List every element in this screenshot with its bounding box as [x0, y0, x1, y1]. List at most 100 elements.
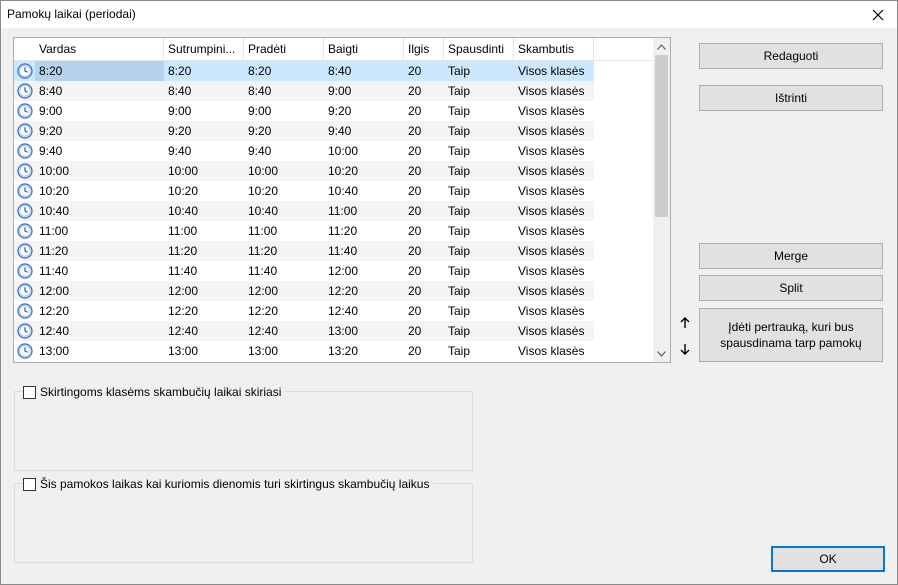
different-per-class-checkbox[interactable]	[23, 385, 36, 399]
clock-icon	[17, 63, 33, 79]
table-cell: 8:40	[248, 84, 272, 98]
table-cell: 10:20	[39, 184, 70, 198]
table-cell: Taip	[448, 304, 471, 318]
table-cell: 10:00	[328, 144, 359, 158]
scroll-down-button[interactable]	[653, 345, 670, 362]
table-cell: Taip	[448, 264, 471, 278]
vertical-scrollbar[interactable]	[653, 38, 670, 362]
move-down-button[interactable]	[677, 341, 693, 357]
table-cell: Visos klasės	[518, 164, 585, 178]
table-cell: 20	[408, 224, 422, 238]
merge-button[interactable]: Merge	[699, 243, 883, 269]
table-cell: 20	[408, 304, 422, 318]
table-cell: 11:00	[328, 204, 358, 218]
table-cell: Taip	[448, 344, 471, 358]
table-cell: 8:20	[168, 64, 192, 78]
move-up-button[interactable]	[677, 315, 693, 331]
table-row[interactable]: 12:20 12:20 12:20 12:40 20 Taip Visos klasės	[14, 301, 594, 321]
column-header[interactable]: Spausdinti	[444, 38, 514, 60]
close-button[interactable]	[859, 1, 897, 28]
table-cell: 20	[408, 204, 422, 218]
clock-icon	[17, 143, 33, 159]
table-row[interactable]: 10:00 10:00 10:00 10:20 20 Taip Visos klasės	[14, 161, 594, 181]
table-cell: 12:20	[328, 284, 359, 298]
table-cell: 20	[408, 84, 422, 98]
column-header[interactable]: Pradėti	[244, 38, 324, 60]
table-row[interactable]: 13:00 13:00 13:00 13:20 20 Taip Visos klasės	[14, 341, 594, 361]
scrollbar-thumb[interactable]	[655, 55, 668, 217]
table-cell: Taip	[448, 164, 471, 178]
ok-button[interactable]: OK	[771, 546, 885, 572]
table-cell: 9:40	[328, 124, 352, 138]
table-cell: Taip	[448, 104, 471, 118]
table-cell: Taip	[448, 124, 471, 138]
table-cell: 8:40	[328, 64, 352, 78]
table-row[interactable]: 9:00 9:00 9:00 9:20 20 Taip Visos klasės	[14, 101, 594, 121]
table-cell: 10:20	[328, 164, 359, 178]
table-cell: 9:20	[248, 124, 272, 138]
delete-button[interactable]: Ištrinti	[699, 85, 883, 111]
scroll-up-button[interactable]	[653, 38, 670, 55]
table-cell: 9:40	[168, 144, 192, 158]
table-cell: 20	[408, 144, 422, 158]
table-row[interactable]: 9:40 9:40 9:40 10:00 20 Taip Visos klasės	[14, 141, 594, 161]
edit-button[interactable]: Redaguoti	[699, 43, 883, 69]
table-cell: 12:00	[39, 284, 70, 298]
arrow-up-icon	[680, 317, 690, 328]
split-button[interactable]: Split	[699, 275, 883, 301]
day-bell-times-group	[14, 483, 473, 563]
different-per-class-option[interactable]: Skirtingoms klasėms skambučių laikai ski…	[23, 385, 286, 399]
table-row[interactable]: 8:40 8:40 8:40 9:00 20 Taip Visos klasės	[14, 81, 594, 101]
table-cell: 10:40	[248, 204, 279, 218]
table-row[interactable]: 10:20 10:20 10:20 10:40 20 Taip Visos klasės	[14, 181, 594, 201]
table-cell: Visos klasės	[518, 324, 585, 338]
window-title: Pamokų laikai (periodai)	[7, 7, 136, 21]
table-row[interactable]: 11:00 11:00 11:00 11:20 20 Taip Visos klasės	[14, 221, 594, 241]
table-cell: Visos klasės	[518, 264, 585, 278]
table-cell: Taip	[448, 184, 471, 198]
periods-list[interactable]: Vardas Sutrumpini... Pradėti Baigti Ilgis Spa…	[13, 37, 671, 363]
table-cell: Visos klasės	[518, 64, 585, 78]
clock-icon	[17, 203, 33, 219]
chevron-up-icon	[657, 43, 666, 50]
table-cell: Visos klasės	[518, 344, 585, 358]
column-header[interactable]: Sutrumpini...	[164, 38, 244, 60]
clock-icon	[17, 123, 33, 139]
table-cell: 20	[408, 104, 422, 118]
table-cell: 20	[408, 124, 422, 138]
column-header[interactable]: Baigti	[324, 38, 404, 60]
table-row[interactable]: 11:40 11:40 11:40 12:00 20 Taip Visos klasės	[14, 261, 594, 281]
different-per-day-checkbox[interactable]	[23, 477, 36, 491]
table-cell: 11:20	[248, 244, 278, 258]
table-cell: 10:40	[168, 204, 199, 218]
table-cell: Visos klasės	[518, 124, 585, 138]
clock-icon	[17, 263, 33, 279]
table-cell: 10:40	[39, 204, 70, 218]
table-row[interactable]: 9:20 9:20 9:20 9:40 20 Taip Visos klasės	[14, 121, 594, 141]
table-cell: 8:20	[248, 64, 272, 78]
table-row[interactable]: 12:40 12:40 12:40 13:00 20 Taip Visos klasės	[14, 321, 594, 341]
table-cell: 11:40	[328, 244, 358, 258]
table-cell: 13:00	[168, 344, 199, 358]
insert-break-button[interactable]: Įdėti pertrauką, kuri bus spausdinama ta…	[699, 308, 883, 362]
table-cell: 9:00	[248, 104, 272, 118]
table-row[interactable]: 10:40 10:40 10:40 11:00 20 Taip Visos klasės	[14, 201, 594, 221]
table-cell: Taip	[448, 324, 471, 338]
list-rows: 8:20 8:20 8:20 8:40 20 Taip Visos klasės 8:40 8:…	[14, 61, 654, 361]
table-cell: 11:00	[39, 224, 69, 238]
table-row[interactable]: 11:20 11:20 11:20 11:40 20 Taip Visos klasės	[14, 241, 594, 261]
different-per-day-label: Šis pamokos laikas kai kuriomis dienomis…	[40, 477, 430, 491]
different-per-day-option[interactable]: Šis pamokos laikas kai kuriomis dienomis…	[23, 477, 434, 491]
table-cell: 12:00	[328, 264, 359, 278]
table-cell: 12:20	[248, 304, 279, 318]
column-header[interactable]: Ilgis	[404, 38, 444, 60]
table-row[interactable]: 8:20 8:20 8:20 8:40 20 Taip Visos klasės	[14, 61, 594, 81]
column-header[interactable]: Skambutis	[514, 38, 594, 60]
clock-icon	[17, 323, 33, 339]
table-cell: 20	[408, 164, 422, 178]
table-row[interactable]: 12:00 12:00 12:00 12:20 20 Taip Visos klasės	[14, 281, 594, 301]
table-cell: Taip	[448, 224, 471, 238]
table-cell: Visos klasės	[518, 224, 585, 238]
column-header[interactable]: Vardas	[35, 38, 164, 60]
table-cell: 12:20	[39, 304, 70, 318]
